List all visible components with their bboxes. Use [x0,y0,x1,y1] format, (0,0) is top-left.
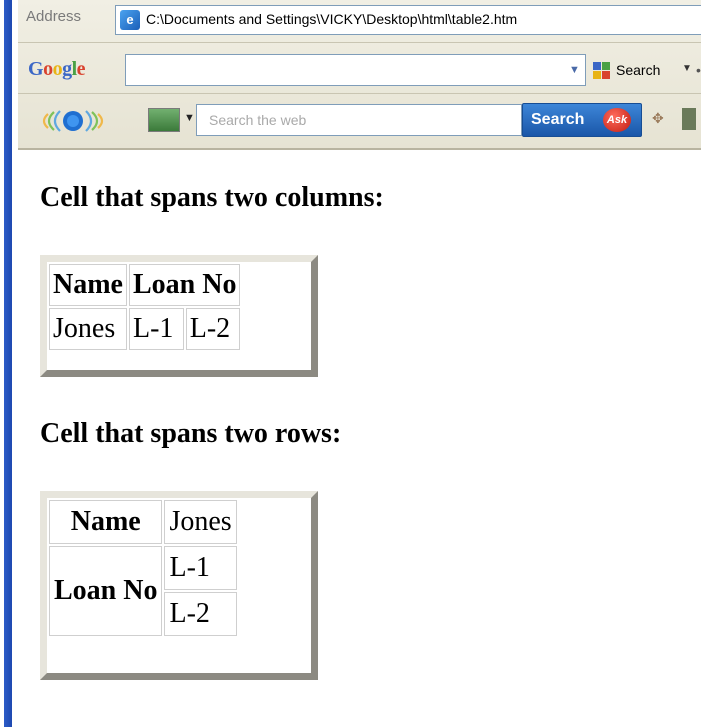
ask-logo-icon[interactable] [34,108,112,134]
window-frame-border [0,0,18,727]
table-row: Loan No L-1 [49,546,237,636]
more-icon[interactable]: • [696,62,701,78]
table-cell: Jones [164,500,237,544]
table-header-cell-colspan: Loan No [128,264,241,306]
ask-search-label: Search [531,111,585,128]
ask-search-input[interactable]: Search the web [196,104,522,136]
table-cell: Jones [49,308,127,350]
table-row: Jones L-1 L-2 [49,308,241,350]
table-row: Name Jones [49,500,237,544]
rowspan-table: Name Jones Loan No L-1 L-2 [47,498,239,638]
chevron-down-icon[interactable]: ▼ [564,54,586,86]
table-header-cell: Name [49,264,127,306]
page-icon: e [120,10,140,30]
search-engine-icon[interactable] [148,108,180,132]
google-logo[interactable]: Google [28,58,86,81]
table-cell: L-1 [164,546,237,590]
rowspan-table-frame: Name Jones Loan No L-1 L-2 [40,491,318,680]
chevron-down-icon[interactable]: ▼ [682,63,692,74]
heading-rowspan: Cell that spans two rows: [40,418,342,449]
ask-badge-icon: Ask [603,108,631,132]
google-search-input[interactable] [125,54,565,86]
google-search-icon[interactable] [592,60,612,80]
heading-colspan: Cell that spans two columns: [40,182,384,213]
table-cell: L-1 [128,308,184,350]
table-header-cell: Name [49,500,163,544]
browser-toolbar-area: Address e C:\Documents and Settings\VICK… [18,0,701,150]
table-header-cell-rowspan: Loan No [49,546,163,636]
search-placeholder: Search the web [209,112,307,128]
chevron-down-icon[interactable]: ▼ [184,112,195,124]
google-search-button[interactable]: Search [616,62,660,78]
toolbar-handle-icon[interactable]: ✥ [652,110,664,127]
colspan-table-frame: Name Loan No Jones L-1 L-2 [40,255,318,377]
table-row: Name Loan No [49,264,241,306]
address-field[interactable]: e C:\Documents and Settings\VICKY\Deskto… [115,5,701,35]
table-cell: L-2 [185,308,241,350]
address-label: Address [26,8,82,25]
table-cell: L-2 [164,592,237,636]
colspan-table: Name Loan No Jones L-1 L-2 [47,262,242,352]
ask-search-button[interactable]: Search Ask [522,103,642,137]
address-url: C:\Documents and Settings\VICKY\Desktop\… [146,11,518,27]
toolbar-overflow-icon[interactable] [682,108,696,130]
